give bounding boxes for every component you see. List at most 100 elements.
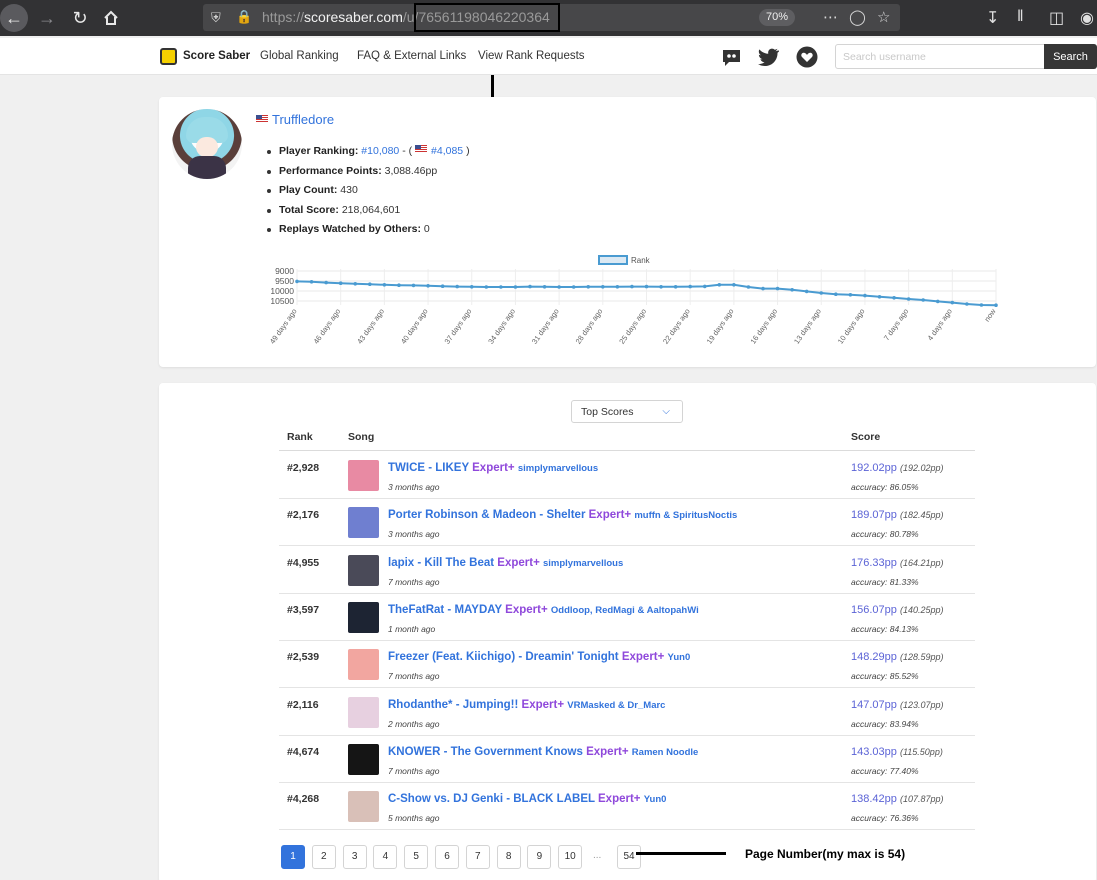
score-row: #3,597 TheFatRat - MAYDAY Expert+ Oddloop… xyxy=(279,594,975,641)
song-title-link[interactable]: KNOWER - The Government Knows Expert+ Ra… xyxy=(388,746,698,758)
difficulty-label: Expert+ xyxy=(621,651,665,664)
score-time-ago: 1 month ago xyxy=(388,623,436,634)
search-username-input[interactable] xyxy=(835,44,1045,69)
nav-global-ranking[interactable]: Global Ranking xyxy=(260,50,339,62)
header-rank: Rank xyxy=(287,431,313,443)
pp-weighted: (140.25pp) xyxy=(899,604,944,615)
song-cover-image[interactable] xyxy=(348,554,379,586)
song-title-link[interactable]: Freezer (Feat. Kiichigo) - Dreamin' Toni… xyxy=(388,651,690,663)
song-name[interactable]: Freezer (Feat. Kiichigo) - Dreamin' Toni… xyxy=(388,651,619,663)
user-id-highlight-box xyxy=(414,3,560,32)
chevron-down-icon: ⌵ xyxy=(662,406,670,417)
score-time-ago: 3 months ago xyxy=(388,482,440,492)
page-button-last[interactable]: 54 xyxy=(617,845,641,869)
page-button-4[interactable]: 4 xyxy=(373,845,398,869)
brand-link[interactable]: Score Saber xyxy=(183,50,250,62)
nav-faq-links[interactable]: FAQ & External Links xyxy=(357,50,466,62)
song-name[interactable]: TWICE - LIKEY xyxy=(388,462,469,474)
score-sort-dropdown[interactable]: Top Scores ⌵ xyxy=(571,400,683,423)
pp-raw: 189.07pp xyxy=(851,509,897,522)
pp-weighted: (164.21pp) xyxy=(899,557,944,568)
discord-icon[interactable] xyxy=(720,46,742,68)
player-name-link[interactable]: Truffledore xyxy=(256,112,334,127)
page-button-1[interactable]: 1 xyxy=(281,845,305,869)
x-tick-label: now xyxy=(982,307,998,324)
data-point xyxy=(775,286,780,291)
song-cover-image[interactable] xyxy=(348,460,379,491)
address-bar[interactable]: ⛨ 🔒 https://scoresaber.com/u/76561198046… xyxy=(203,3,900,32)
page-button-10[interactable]: 10 xyxy=(558,845,583,869)
x-tick-label: 40 days ago xyxy=(399,307,430,346)
score-accuracy: accuracy: 83.94% xyxy=(851,718,919,729)
mapper-name[interactable]: simplymarvellous xyxy=(518,463,598,474)
page-button-3[interactable]: 3 xyxy=(342,845,367,869)
mapper-name[interactable]: Yun0 xyxy=(644,794,667,805)
bookmark-star-icon[interactable]: ☆ xyxy=(877,8,890,26)
x-tick-label: 31 days ago xyxy=(530,307,561,346)
data-point xyxy=(499,285,503,289)
x-tick-label: 19 days ago xyxy=(705,307,736,346)
song-name[interactable]: KNOWER - The Government Knows xyxy=(388,746,583,758)
song-title-link[interactable]: Porter Robinson & Madeon - Shelter Exper… xyxy=(388,509,737,521)
song-title-link[interactable]: lapix - Kill The Beat Expert+ simplymarv… xyxy=(388,557,623,569)
song-title-link[interactable]: TheFatRat - MAYDAY Expert+ Oddloop, RedM… xyxy=(388,604,699,616)
song-name[interactable]: Porter Robinson & Madeon - Shelter xyxy=(388,509,585,521)
home-icon[interactable] xyxy=(97,4,125,32)
song-cover-image[interactable] xyxy=(348,791,379,823)
page-button-2[interactable]: 2 xyxy=(311,845,336,869)
zoom-level-badge[interactable]: 70% xyxy=(759,9,795,26)
mapper-name[interactable]: Ramen Noodle xyxy=(632,747,699,758)
lock-icon[interactable]: 🔒 xyxy=(236,9,252,25)
download-icon[interactable]: ↧ xyxy=(986,8,999,28)
song-name[interactable]: Rhodanthe* - Jumping!! xyxy=(388,699,518,711)
pocket-icon[interactable]: ◯ xyxy=(849,8,866,26)
more-actions-icon[interactable]: ⋯ xyxy=(823,8,838,26)
data-point xyxy=(950,300,955,305)
search-button[interactable]: Search xyxy=(1044,44,1097,69)
song-name[interactable]: lapix - Kill The Beat xyxy=(388,557,494,569)
player-name[interactable]: Truffledore xyxy=(272,112,334,127)
forward-arrow-icon[interactable]: → xyxy=(33,4,61,32)
mapper-name[interactable]: muffn & SpiritusNoctis xyxy=(634,510,737,521)
score-time-ago: 7 months ago xyxy=(388,671,440,682)
library-icon[interactable]: ‖ xyxy=(1017,8,1024,26)
score-time-ago: 3 months ago xyxy=(388,529,440,540)
page-button-7[interactable]: 7 xyxy=(465,845,490,869)
song-title-link[interactable]: C-Show vs. DJ Genki - BLACK LABEL Expert… xyxy=(388,793,666,805)
song-title-link[interactable]: TWICE - LIKEY Expert+ simplymarvellous xyxy=(388,462,598,474)
patreon-heart-icon[interactable] xyxy=(796,46,818,68)
pp-raw: 148.29pp xyxy=(851,651,897,664)
global-rank-link[interactable]: #10,080 xyxy=(361,145,399,157)
country-rank-link[interactable]: #4,085 xyxy=(431,145,463,157)
sidebar-icon[interactable]: ◫ xyxy=(1049,8,1064,28)
scoresaber-logo[interactable] xyxy=(160,48,177,65)
page-button-9[interactable]: 9 xyxy=(527,845,552,869)
page-button-6[interactable]: 6 xyxy=(435,845,459,869)
song-name[interactable]: C-Show vs. DJ Genki - BLACK LABEL xyxy=(388,793,595,805)
us-flag-icon xyxy=(415,145,428,153)
song-cover-image[interactable] xyxy=(348,696,379,728)
dropdown-selected-label: Top Scores xyxy=(581,406,634,418)
page-button-8[interactable]: 8 xyxy=(496,845,521,869)
data-point xyxy=(659,285,663,289)
pp-raw: 138.42pp xyxy=(851,793,897,806)
song-name[interactable]: TheFatRat - MAYDAY xyxy=(388,604,502,616)
song-title-link[interactable]: Rhodanthe* - Jumping!! Expert+ VRMasked … xyxy=(388,699,665,711)
back-arrow-icon[interactable]: ← xyxy=(0,4,28,32)
song-cover-image[interactable] xyxy=(348,649,379,681)
score-accuracy: accuracy: 80.78% xyxy=(851,529,919,540)
song-cover-image[interactable] xyxy=(348,507,379,539)
mapper-name[interactable]: Oddloop, RedMagi & AaltopahWi xyxy=(551,605,699,616)
mapper-name[interactable]: Yun0 xyxy=(668,652,691,663)
score-pp: 176.33pp (164.21pp) xyxy=(851,557,944,569)
shield-icon[interactable]: ⛨ xyxy=(211,10,221,26)
song-cover-image[interactable] xyxy=(348,601,379,633)
mapper-name[interactable]: VRMasked & Dr_Marc xyxy=(567,700,665,711)
account-icon[interactable]: ◉ xyxy=(1080,8,1094,28)
reload-icon[interactable]: ↻ xyxy=(66,4,94,32)
mapper-name[interactable]: simplymarvellous xyxy=(543,558,623,569)
page-button-5[interactable]: 5 xyxy=(404,845,429,869)
twitter-icon[interactable] xyxy=(757,46,779,68)
nav-rank-requests[interactable]: View Rank Requests xyxy=(478,50,585,62)
song-cover-image[interactable] xyxy=(348,743,379,775)
